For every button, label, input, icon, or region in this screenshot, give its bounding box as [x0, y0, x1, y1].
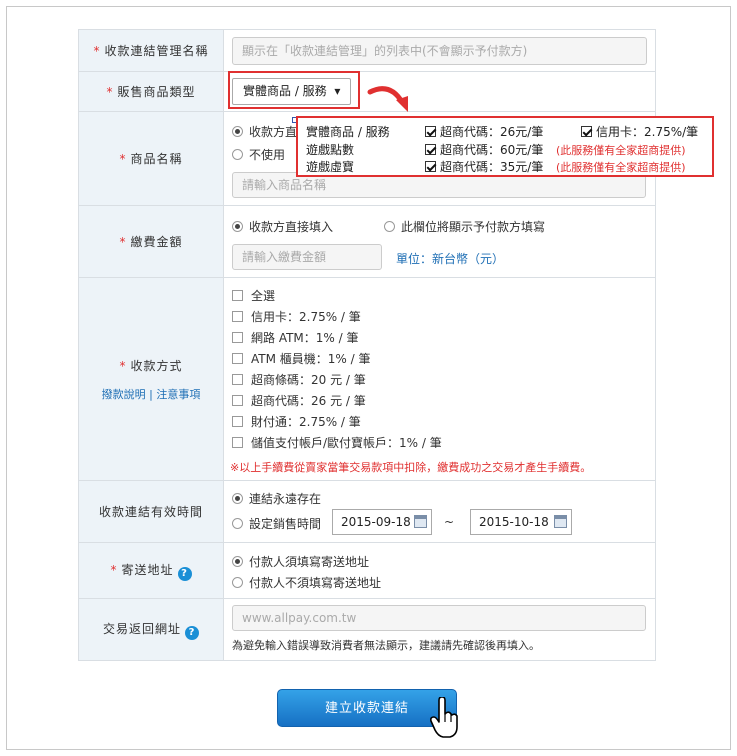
pay-barcode[interactable]: 超商條碼：20 元 / 筆: [232, 371, 366, 388]
help-icon[interactable]: ?: [185, 625, 199, 640]
calendar-icon[interactable]: [554, 515, 567, 528]
help-icon[interactable]: ?: [177, 566, 192, 581]
date-from-input[interactable]: 2015-09-18: [332, 509, 432, 535]
pay-notice-link[interactable]: 注意事項: [156, 388, 200, 401]
pay-help-link[interactable]: 撥款說明: [102, 388, 146, 401]
checkbox-icon: [232, 395, 243, 406]
valid-row: 收款連結有效時間 連結永遠存在 設定銷售時間 2015-09-18 ~ 2015…: [78, 480, 656, 543]
pay-web-atm[interactable]: 網路 ATM：1% / 筆: [232, 329, 359, 346]
ship-radio-optional[interactable]: 付款人不須填寫寄送地址: [232, 574, 381, 591]
popup-type-3[interactable]: 遊戲虛寶: [306, 158, 354, 175]
radio-icon: [232, 149, 243, 160]
radio-icon: [384, 221, 395, 232]
amount-row: * 繳費金額 收款方直接填入 此欄位將顯示予付款方填寫 請輸入繳費金額 單位：新台…: [78, 205, 656, 278]
popup-opt-1[interactable]: 超商代碼：26元/筆: [425, 123, 543, 140]
name-label: * 收款連結管理名稱: [78, 29, 224, 72]
product-label: * 商品名稱: [78, 111, 224, 206]
amount-input[interactable]: 請輸入繳費金額: [232, 244, 382, 270]
checkbox-icon: [232, 353, 243, 364]
amount-radio-1[interactable]: 收款方直接填入: [232, 218, 333, 235]
return-row: 交易返回網址? www.allpay.com.tw 為避免輸入錯誤導致消費者無法…: [78, 598, 656, 661]
pay-tenpay[interactable]: 財付通：2.75% / 筆: [232, 413, 361, 430]
name-row: * 收款連結管理名稱 顯示在「收款連結管理」的列表中(不會顯示予付款方): [78, 29, 656, 72]
pay-credit-card[interactable]: 信用卡：2.75% / 筆: [232, 308, 361, 325]
amount-radio-2[interactable]: 此欄位將顯示予付款方填寫: [384, 218, 545, 235]
valid-radio-range[interactable]: 設定銷售時間: [232, 515, 321, 532]
pay-select-all[interactable]: 全選: [232, 287, 275, 304]
popup-note-3: (此服務僅有全家超商提供): [556, 161, 686, 174]
hand-cursor-icon: [430, 697, 458, 738]
checkbox-icon: [232, 311, 243, 322]
name-input[interactable]: 顯示在「收款連結管理」的列表中(不會顯示予付款方): [232, 36, 647, 65]
pay-fee-note: ※以上手續費從賣家當筆交易款項中扣除，繳費成功之交易才產生手續費。: [230, 461, 592, 474]
amount-label: * 繳費金額: [78, 205, 224, 278]
radio-icon: [232, 493, 243, 504]
arrow-icon: [367, 86, 408, 112]
radio-icon: [232, 518, 243, 529]
return-label: 交易返回網址?: [78, 598, 224, 661]
product-radio-2[interactable]: 不使用: [232, 146, 285, 163]
popup-opt-credit[interactable]: 信用卡：2.75%/筆: [581, 123, 698, 140]
type-label: * 販售商品類型: [78, 71, 224, 112]
radio-icon: [232, 126, 243, 137]
product-radio-1[interactable]: 收款方直: [232, 123, 297, 140]
checkbox-checked-icon: [425, 126, 436, 137]
popup-type-1[interactable]: 實體商品 / 服務: [306, 123, 390, 140]
popup-opt-3[interactable]: 超商代碼：35元/筆: [425, 158, 543, 175]
radio-icon: [232, 556, 243, 567]
popup-type-2[interactable]: 遊戲點數: [306, 141, 354, 158]
return-url-input[interactable]: www.allpay.com.tw: [232, 605, 646, 631]
radio-icon: [232, 577, 243, 588]
calendar-icon[interactable]: [414, 515, 427, 528]
ship-label: * 寄送地址?: [78, 542, 224, 599]
date-separator: ~: [444, 515, 455, 529]
checkbox-icon: [232, 437, 243, 448]
date-to-input[interactable]: 2015-10-18: [470, 509, 572, 535]
valid-radio-forever[interactable]: 連結永遠存在: [232, 490, 321, 507]
type-options-popup: 實體商品 / 服務 遊戲點數 遊戲虛寶 超商代碼：26元/筆 信用卡：2.75%…: [296, 116, 714, 177]
popup-opt-2[interactable]: 超商代碼：60元/筆: [425, 141, 543, 158]
checkbox-icon: [232, 374, 243, 385]
ship-row: * 寄送地址? 付款人須填寫寄送地址 付款人不須填寫寄送地址: [78, 542, 656, 599]
checkbox-checked-icon: [425, 144, 436, 155]
popup-note-2: (此服務僅有全家超商提供): [556, 144, 686, 157]
valid-label: 收款連結有效時間: [78, 480, 224, 543]
checkbox-icon: [232, 416, 243, 427]
pay-row: * 收款方式 撥款說明 | 注意事項 全選 信用卡：2.75% / 筆 網路 AT…: [78, 277, 656, 481]
radio-icon: [232, 221, 243, 232]
amount-unit: 單位：新台幣（元）: [396, 252, 505, 266]
pay-store-code[interactable]: 超商代碼：26 元 / 筆: [232, 392, 366, 409]
ship-radio-required[interactable]: 付款人須填寫寄送地址: [232, 553, 369, 570]
checkbox-icon: [232, 290, 243, 301]
pay-label: * 收款方式 撥款說明 | 注意事項: [78, 277, 224, 481]
pay-atm[interactable]: ATM 櫃員機：1% / 筆: [232, 350, 371, 367]
checkbox-icon: [232, 332, 243, 343]
checkbox-checked-icon: [581, 126, 592, 137]
pay-wallet[interactable]: 儲值支付帳戶/歐付寶帳戶：1% / 筆: [232, 434, 442, 451]
checkbox-checked-icon: [425, 161, 436, 172]
return-note: 為避免輸入錯誤導致消費者無法顯示，建議請先確認後再填入。: [232, 639, 540, 652]
select-highlight: [228, 71, 360, 109]
